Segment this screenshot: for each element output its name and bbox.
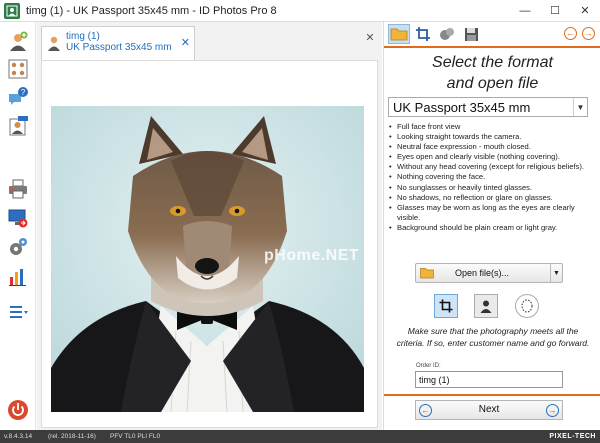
criteria-item: No sunglasses or heavily tinted glasses. bbox=[388, 183, 596, 193]
format-select[interactable]: UK Passport 35x45 mm ▼ bbox=[388, 97, 588, 117]
instructions-note: Make sure that the photography meets all… bbox=[396, 326, 590, 348]
retouch-icon[interactable] bbox=[436, 24, 458, 44]
order-id-input[interactable] bbox=[415, 371, 563, 388]
document-tab[interactable]: timg (1) UK Passport 35x45 mm ✕ bbox=[41, 26, 195, 60]
crop-mode-icon bbox=[439, 299, 453, 313]
criteria-item: Background should be plain cream or ligh… bbox=[388, 223, 596, 233]
window-title: timg (1) - UK Passport 35x45 mm - ID Pho… bbox=[26, 4, 277, 17]
maximize-button[interactable]: ☐ bbox=[540, 0, 570, 22]
new-id-photo-icon[interactable] bbox=[6, 114, 30, 138]
save-disk-icon[interactable] bbox=[460, 24, 482, 44]
next-step-icon[interactable]: → bbox=[582, 27, 595, 40]
status-bar: v.8.4.3.14 (rel. 2018-11-16) PFV TL0 PLI… bbox=[0, 430, 600, 443]
person-mode-icon bbox=[480, 300, 492, 313]
export-screen-icon[interactable] bbox=[6, 206, 30, 230]
heading-line-1: Select the format bbox=[432, 54, 553, 71]
open-files-label: Open file(s)... bbox=[454, 268, 510, 278]
criteria-item: Looking straight towards the camera. bbox=[388, 132, 596, 142]
order-id-label: Order ID: bbox=[416, 363, 441, 369]
criteria-item: Without any head covering (except for re… bbox=[388, 162, 596, 172]
panel-toolbar: ← → bbox=[384, 22, 600, 48]
open-files-dropdown-icon[interactable]: ▼ bbox=[550, 264, 562, 282]
criteria-item: No shadows, no reflection or glare on gl… bbox=[388, 193, 596, 203]
criteria-list: Full face front view Looking straight to… bbox=[388, 122, 596, 233]
open-files-button[interactable]: Open file(s)... ▼ bbox=[415, 263, 563, 283]
add-person-icon[interactable] bbox=[6, 30, 30, 54]
person-avatar-icon bbox=[48, 36, 60, 51]
document-area: timg (1) UK Passport 35x45 mm ✕ ✕ pHome.… bbox=[37, 22, 382, 430]
oval-mode-icon bbox=[521, 299, 533, 313]
id-card-sheet-icon[interactable] bbox=[6, 57, 30, 81]
printer-icon[interactable] bbox=[6, 177, 30, 201]
person-mode-button[interactable] bbox=[474, 294, 498, 318]
heading-line-2: and open file bbox=[446, 75, 539, 92]
open-folder-icon[interactable] bbox=[388, 24, 410, 44]
crop-icon[interactable] bbox=[412, 24, 434, 44]
minimize-button[interactable]: — bbox=[510, 0, 540, 22]
help-chat-icon[interactable]: ? bbox=[6, 85, 30, 109]
tab-format: UK Passport 35x45 mm bbox=[66, 42, 172, 53]
power-exit-icon[interactable] bbox=[6, 398, 30, 422]
brand-logo: PIXEL-TECH bbox=[549, 433, 596, 440]
app-icon bbox=[4, 2, 20, 19]
tab-title: timg (1) bbox=[66, 31, 100, 42]
accent-divider bbox=[384, 394, 600, 396]
title-bar: timg (1) - UK Passport 35x45 mm - ID Pho… bbox=[0, 0, 600, 22]
criteria-item: Glasses may be worn as long as the eyes … bbox=[388, 203, 596, 223]
release-text: (rel. 2018-11-16) bbox=[48, 433, 96, 440]
format-select-value: UK Passport 35x45 mm bbox=[393, 100, 531, 115]
chevron-down-icon: ▼ bbox=[573, 98, 587, 116]
criteria-item: Nothing covering the face. bbox=[388, 172, 596, 182]
version-text: v.8.4.3.14 bbox=[4, 433, 33, 440]
left-toolbar: ? bbox=[0, 22, 36, 430]
next-button[interactable]: ← Next → bbox=[415, 400, 563, 420]
close-document-icon[interactable]: ✕ bbox=[364, 32, 376, 44]
next-button-label: Next bbox=[478, 404, 500, 415]
watermark-text: pHome.NET bbox=[264, 247, 360, 264]
svg-text:?: ? bbox=[21, 88, 26, 97]
crop-mode-button[interactable] bbox=[434, 294, 458, 318]
close-button[interactable]: ✕ bbox=[570, 0, 600, 22]
previous-step-icon[interactable]: ← bbox=[564, 27, 577, 40]
right-panel: ← → Select the format and open file UK P… bbox=[383, 22, 600, 430]
oval-mode-button[interactable] bbox=[515, 294, 539, 318]
status-flags: PFV TL0 PLI FL0 bbox=[110, 433, 161, 440]
forward-arrow-icon[interactable]: → bbox=[546, 404, 559, 417]
criteria-item: Full face front view bbox=[388, 122, 596, 132]
settings-gear-icon[interactable] bbox=[6, 235, 30, 259]
menu-list-icon[interactable] bbox=[6, 300, 30, 324]
panel-heading: Select the format and open file bbox=[384, 52, 600, 94]
criteria-item: Eyes open and clearly visible (nothing c… bbox=[388, 152, 596, 162]
photo-canvas: pHome.NET bbox=[41, 60, 378, 428]
statistics-chart-icon[interactable] bbox=[6, 264, 30, 288]
tab-close-icon[interactable]: ✕ bbox=[181, 36, 190, 49]
criteria-item: Neutral face expression - mouth closed. bbox=[388, 142, 596, 152]
